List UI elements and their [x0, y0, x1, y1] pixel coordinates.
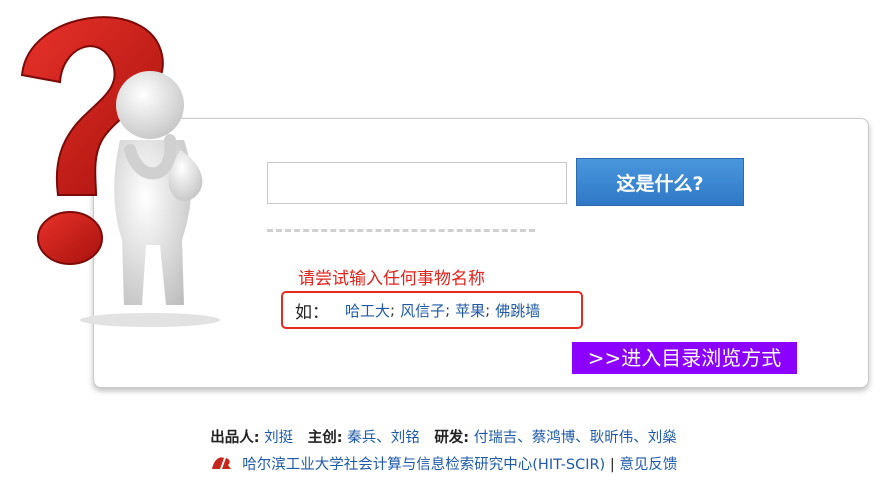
example-separator: ; [485, 301, 491, 319]
lead-names[interactable]: 秦兵、刘铭 [347, 430, 420, 446]
dev-label: 研发: [434, 430, 470, 446]
example-link-apple[interactable]: 苹果 [455, 300, 485, 321]
example-link-hit[interactable]: 哈工大 [345, 300, 390, 321]
example-separator: ; [390, 301, 396, 319]
search-hint: 请尝试输入任何事物名称 [298, 269, 485, 289]
organization-line: 哈尔滨工业大学社会计算与信息检索研究中心(HIT-SCIR) | 意见反馈 [0, 453, 887, 474]
lead-label: 主创: [307, 430, 343, 446]
search-input[interactable] [267, 162, 567, 204]
browse-directory-link[interactable]: >>进入目录浏览方式 [572, 342, 797, 374]
search-button[interactable]: 这是什么? [576, 158, 744, 206]
example-link-fotiaoqiang[interactable]: 佛跳墙 [495, 300, 540, 321]
feedback-link[interactable]: 意见反馈 [619, 457, 677, 473]
divider [267, 229, 535, 232]
example-link-hyacinth[interactable]: 风信子 [400, 300, 445, 321]
dev-names[interactable]: 付瑞吉、蔡鸿博、耿昕伟、刘燊 [474, 430, 677, 446]
producer-label: 出品人: [210, 430, 260, 446]
example-separator: ; [445, 301, 451, 319]
question-mark-thinker-icon [20, 16, 220, 327]
hit-scir-logo-icon [211, 457, 231, 469]
organization-link[interactable]: 哈尔滨工业大学社会计算与信息检索研究中心(HIT-SCIR) [242, 457, 605, 473]
producer-name[interactable]: 刘挺 [264, 430, 293, 446]
examples-prefix: 如： [295, 302, 329, 323]
examples-box: 如： 哈工大; 风信子; 苹果; 佛跳墙 [281, 291, 583, 329]
footer-divider: | [609, 457, 615, 473]
credits-line: 出品人: 刘挺 主创: 秦兵、刘铭 研发: 付瑞吉、蔡鸿博、耿昕伟、刘燊 [0, 426, 887, 447]
